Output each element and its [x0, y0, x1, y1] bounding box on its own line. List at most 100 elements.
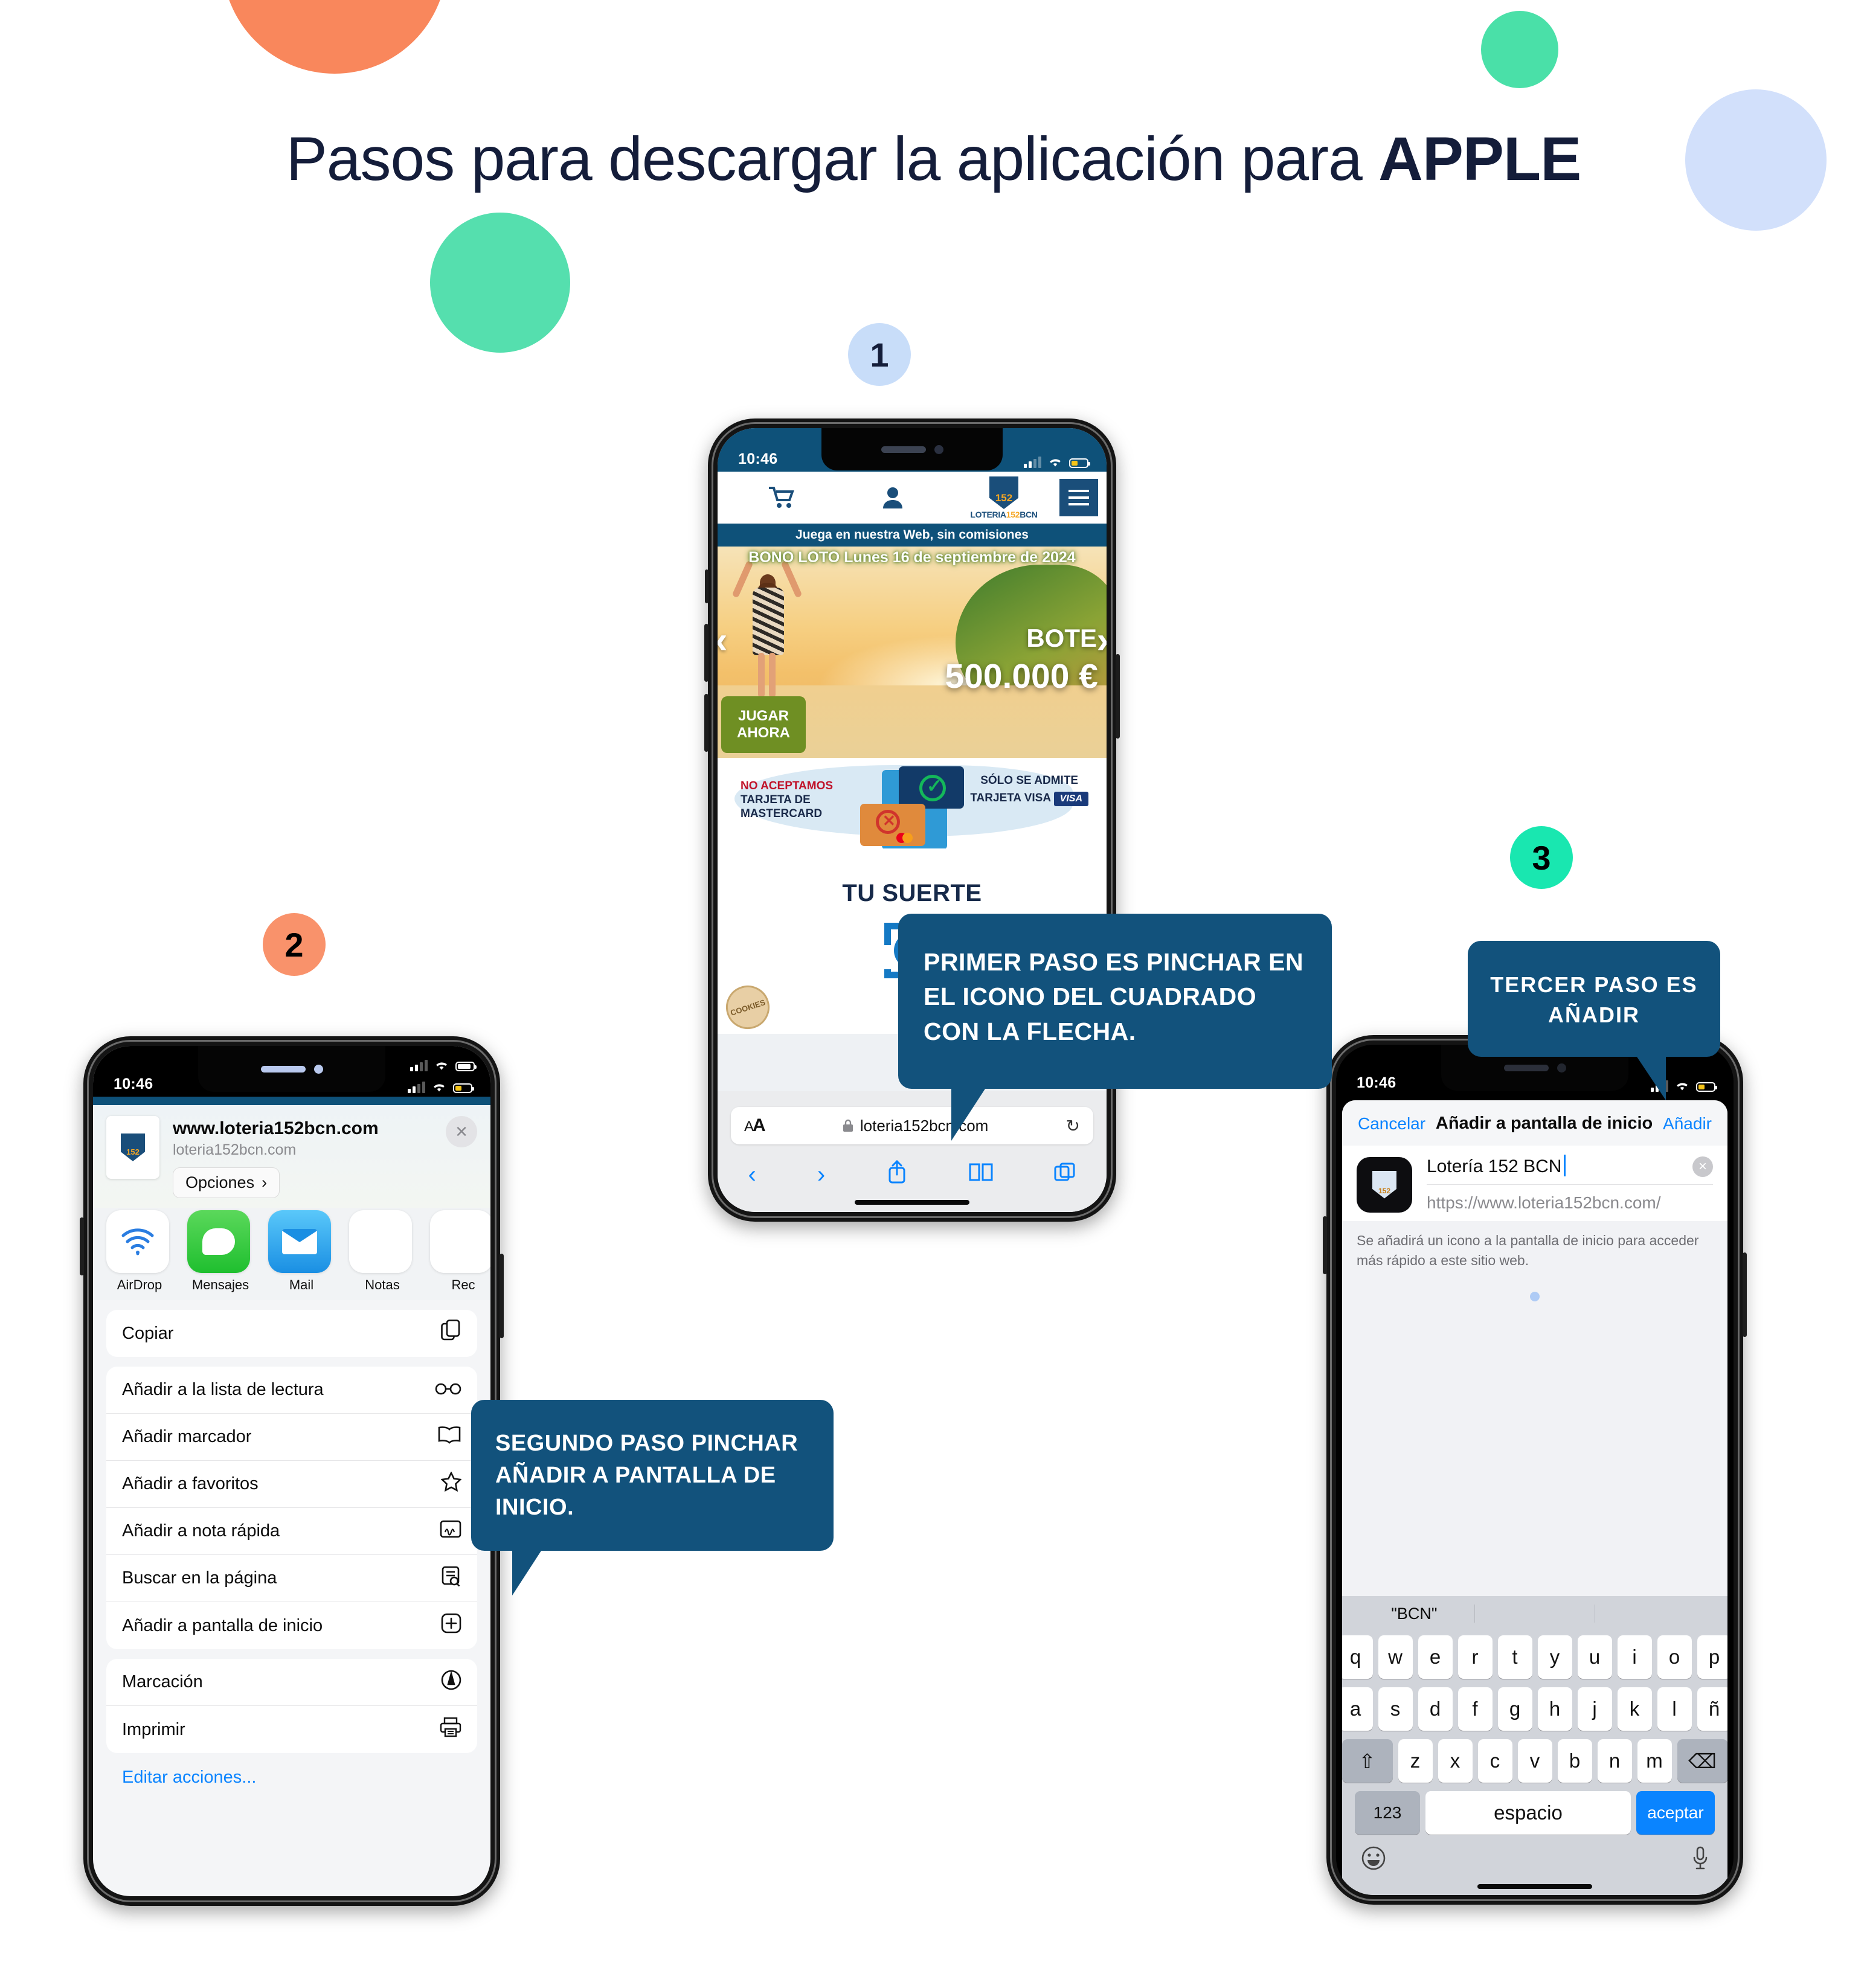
key-d[interactable]: d — [1418, 1687, 1453, 1731]
logo-shield-icon: 152 — [121, 1133, 145, 1161]
key-f[interactable]: f — [1457, 1687, 1493, 1731]
prediction-1[interactable]: "BCN" — [1354, 1605, 1474, 1623]
hero-banner-title: BONO LOTO Lunes 16 de septiembre de 2024 — [748, 549, 1076, 566]
key-p[interactable]: p — [1697, 1635, 1727, 1679]
emoji-key[interactable] — [1360, 1845, 1387, 1877]
site-strapline: Juega en nuestra Web, sin comisiones — [718, 524, 1107, 547]
safari-address-bar[interactable]: AA loteria152bcn.com ↻ — [718, 1107, 1107, 1144]
cookies-badge[interactable]: COOKIES — [720, 980, 776, 1035]
cart-button[interactable] — [726, 486, 837, 510]
key-w[interactable]: w — [1378, 1635, 1413, 1679]
go-key[interactable]: aceptar — [1636, 1791, 1715, 1835]
key-s[interactable]: s — [1378, 1687, 1413, 1731]
shortcut-name-field[interactable]: Lotería 152 BCN × — [1427, 1155, 1713, 1185]
action-reading-list[interactable]: Añadir a la lista de lectura — [106, 1367, 477, 1414]
clear-text-button[interactable]: × — [1692, 1156, 1713, 1177]
menu-button[interactable] — [1059, 479, 1098, 516]
status-icons — [408, 1081, 474, 1093]
back-button[interactable]: ‹ — [748, 1161, 756, 1188]
key-b[interactable]: b — [1557, 1739, 1592, 1783]
share-actions-group-2: Añadir a la lista de lectura Añadir marc… — [106, 1367, 477, 1649]
site-logo[interactable]: 152 LOTERIA152BCN — [948, 476, 1059, 519]
sheet-help-text: Se añadirá un icono a la pantalla de ini… — [1357, 1233, 1699, 1268]
action-markup[interactable]: Marcación — [106, 1659, 477, 1706]
front-camera — [313, 1064, 323, 1074]
key-t[interactable]: t — [1497, 1635, 1532, 1679]
hero-prev-arrow[interactable]: ‹ — [718, 619, 728, 662]
key-g[interactable]: g — [1497, 1687, 1532, 1731]
action-label: Imprimir — [122, 1719, 185, 1739]
key-z[interactable]: z — [1398, 1739, 1433, 1783]
key-r[interactable]: r — [1457, 1635, 1493, 1679]
dictation-key[interactable] — [1691, 1845, 1709, 1877]
key-o[interactable]: o — [1657, 1635, 1692, 1679]
text-size-button[interactable]: AA — [744, 1115, 766, 1136]
key-u[interactable]: u — [1577, 1635, 1612, 1679]
play-now-button[interactable]: JUGAR AHORA — [721, 696, 806, 753]
play-now-line1: JUGAR — [737, 708, 789, 725]
key-ñ[interactable]: ñ — [1697, 1687, 1727, 1731]
forward-button[interactable]: › — [817, 1161, 825, 1188]
key-n[interactable]: n — [1597, 1739, 1632, 1783]
share-title: www.loteria152bcn.com — [173, 1118, 379, 1138]
hero-next-arrow[interactable]: › — [1096, 619, 1107, 662]
action-add-favorites[interactable]: Añadir a favoritos — [106, 1461, 477, 1508]
shopping-cart-icon — [769, 487, 794, 508]
key-l[interactable]: l — [1657, 1687, 1692, 1731]
share-app-mensajes[interactable]: Mensajes — [187, 1210, 254, 1293]
key-v[interactable]: v — [1517, 1739, 1552, 1783]
key-m[interactable]: m — [1637, 1739, 1672, 1783]
cancel-button[interactable]: Cancelar — [1358, 1114, 1425, 1133]
options-button[interactable]: Opciones › — [173, 1167, 280, 1198]
sheet-title: Añadir a pantalla de inicio — [1435, 1114, 1653, 1133]
share-app-airdrop[interactable]: AirDrop — [106, 1210, 173, 1293]
edit-actions-link[interactable]: Editar acciones... — [122, 1768, 490, 1788]
status-clock: 10:46 — [114, 1076, 153, 1092]
shift-key[interactable]: ⇧ — [1342, 1739, 1393, 1783]
tabs-button[interactable] — [1054, 1161, 1076, 1188]
key-x[interactable]: x — [1438, 1739, 1473, 1783]
key-c[interactable]: c — [1477, 1739, 1512, 1783]
action-add-to-home-screen[interactable]: Añadir a pantalla de inicio — [106, 1602, 477, 1649]
add-button[interactable]: Añadir — [1663, 1114, 1712, 1133]
space-key[interactable]: espacio — [1425, 1791, 1631, 1835]
notes-icon — [349, 1210, 412, 1273]
key-e[interactable]: e — [1418, 1635, 1453, 1679]
earpiece-speaker — [260, 1065, 306, 1073]
share-app-mail[interactable]: Mail — [268, 1210, 335, 1293]
key-y[interactable]: y — [1537, 1635, 1572, 1679]
key-k[interactable]: k — [1617, 1687, 1652, 1731]
share-app-recordatorios[interactable]: Rec — [430, 1210, 490, 1293]
front-camera — [1557, 1063, 1566, 1073]
backspace-key[interactable]: ⌫ — [1677, 1739, 1727, 1783]
battery-icon — [453, 1083, 474, 1093]
action-label: Añadir a pantalla de inicio — [122, 1615, 323, 1635]
phone-1-mute-switch — [705, 569, 709, 603]
action-print[interactable]: Imprimir — [106, 1706, 477, 1753]
key-a[interactable]: a — [1342, 1687, 1373, 1731]
promo-hero-banner[interactable]: BONO LOTO Lunes 16 de septiembre de 2024… — [718, 547, 1107, 758]
app-icon-preview: 152 — [1357, 1156, 1412, 1213]
key-j[interactable]: j — [1577, 1687, 1612, 1731]
close-button[interactable]: × — [446, 1116, 477, 1147]
earpiece-speaker — [1503, 1064, 1549, 1071]
key-i[interactable]: i — [1617, 1635, 1652, 1679]
action-add-bookmark[interactable]: Añadir marcador — [106, 1414, 477, 1461]
reload-button[interactable]: ↻ — [1066, 1116, 1080, 1136]
action-copiar[interactable]: Copiar — [106, 1310, 477, 1357]
share-app-notas[interactable]: Notas — [349, 1210, 416, 1293]
account-button[interactable] — [837, 486, 948, 510]
callout-step-2: SEGUNDO PASO PINCHAR AÑADIR A PANTALLA D… — [471, 1400, 834, 1595]
mic-icon — [1693, 1846, 1708, 1870]
key-h[interactable]: h — [1537, 1687, 1572, 1731]
site-thumbnail: 152 — [106, 1116, 159, 1179]
bookmarks-button[interactable] — [969, 1161, 993, 1188]
action-find-in-page[interactable]: Buscar en la página — [106, 1555, 477, 1602]
status-clock: 10:46 — [738, 451, 778, 467]
phone-1-volume-up — [704, 624, 709, 682]
numbers-key[interactable]: 123 — [1355, 1791, 1420, 1835]
tabs-icon — [1054, 1162, 1075, 1181]
share-button[interactable] — [886, 1158, 908, 1191]
action-quick-note[interactable]: Añadir a nota rápida — [106, 1508, 477, 1555]
key-q[interactable]: q — [1342, 1635, 1373, 1679]
